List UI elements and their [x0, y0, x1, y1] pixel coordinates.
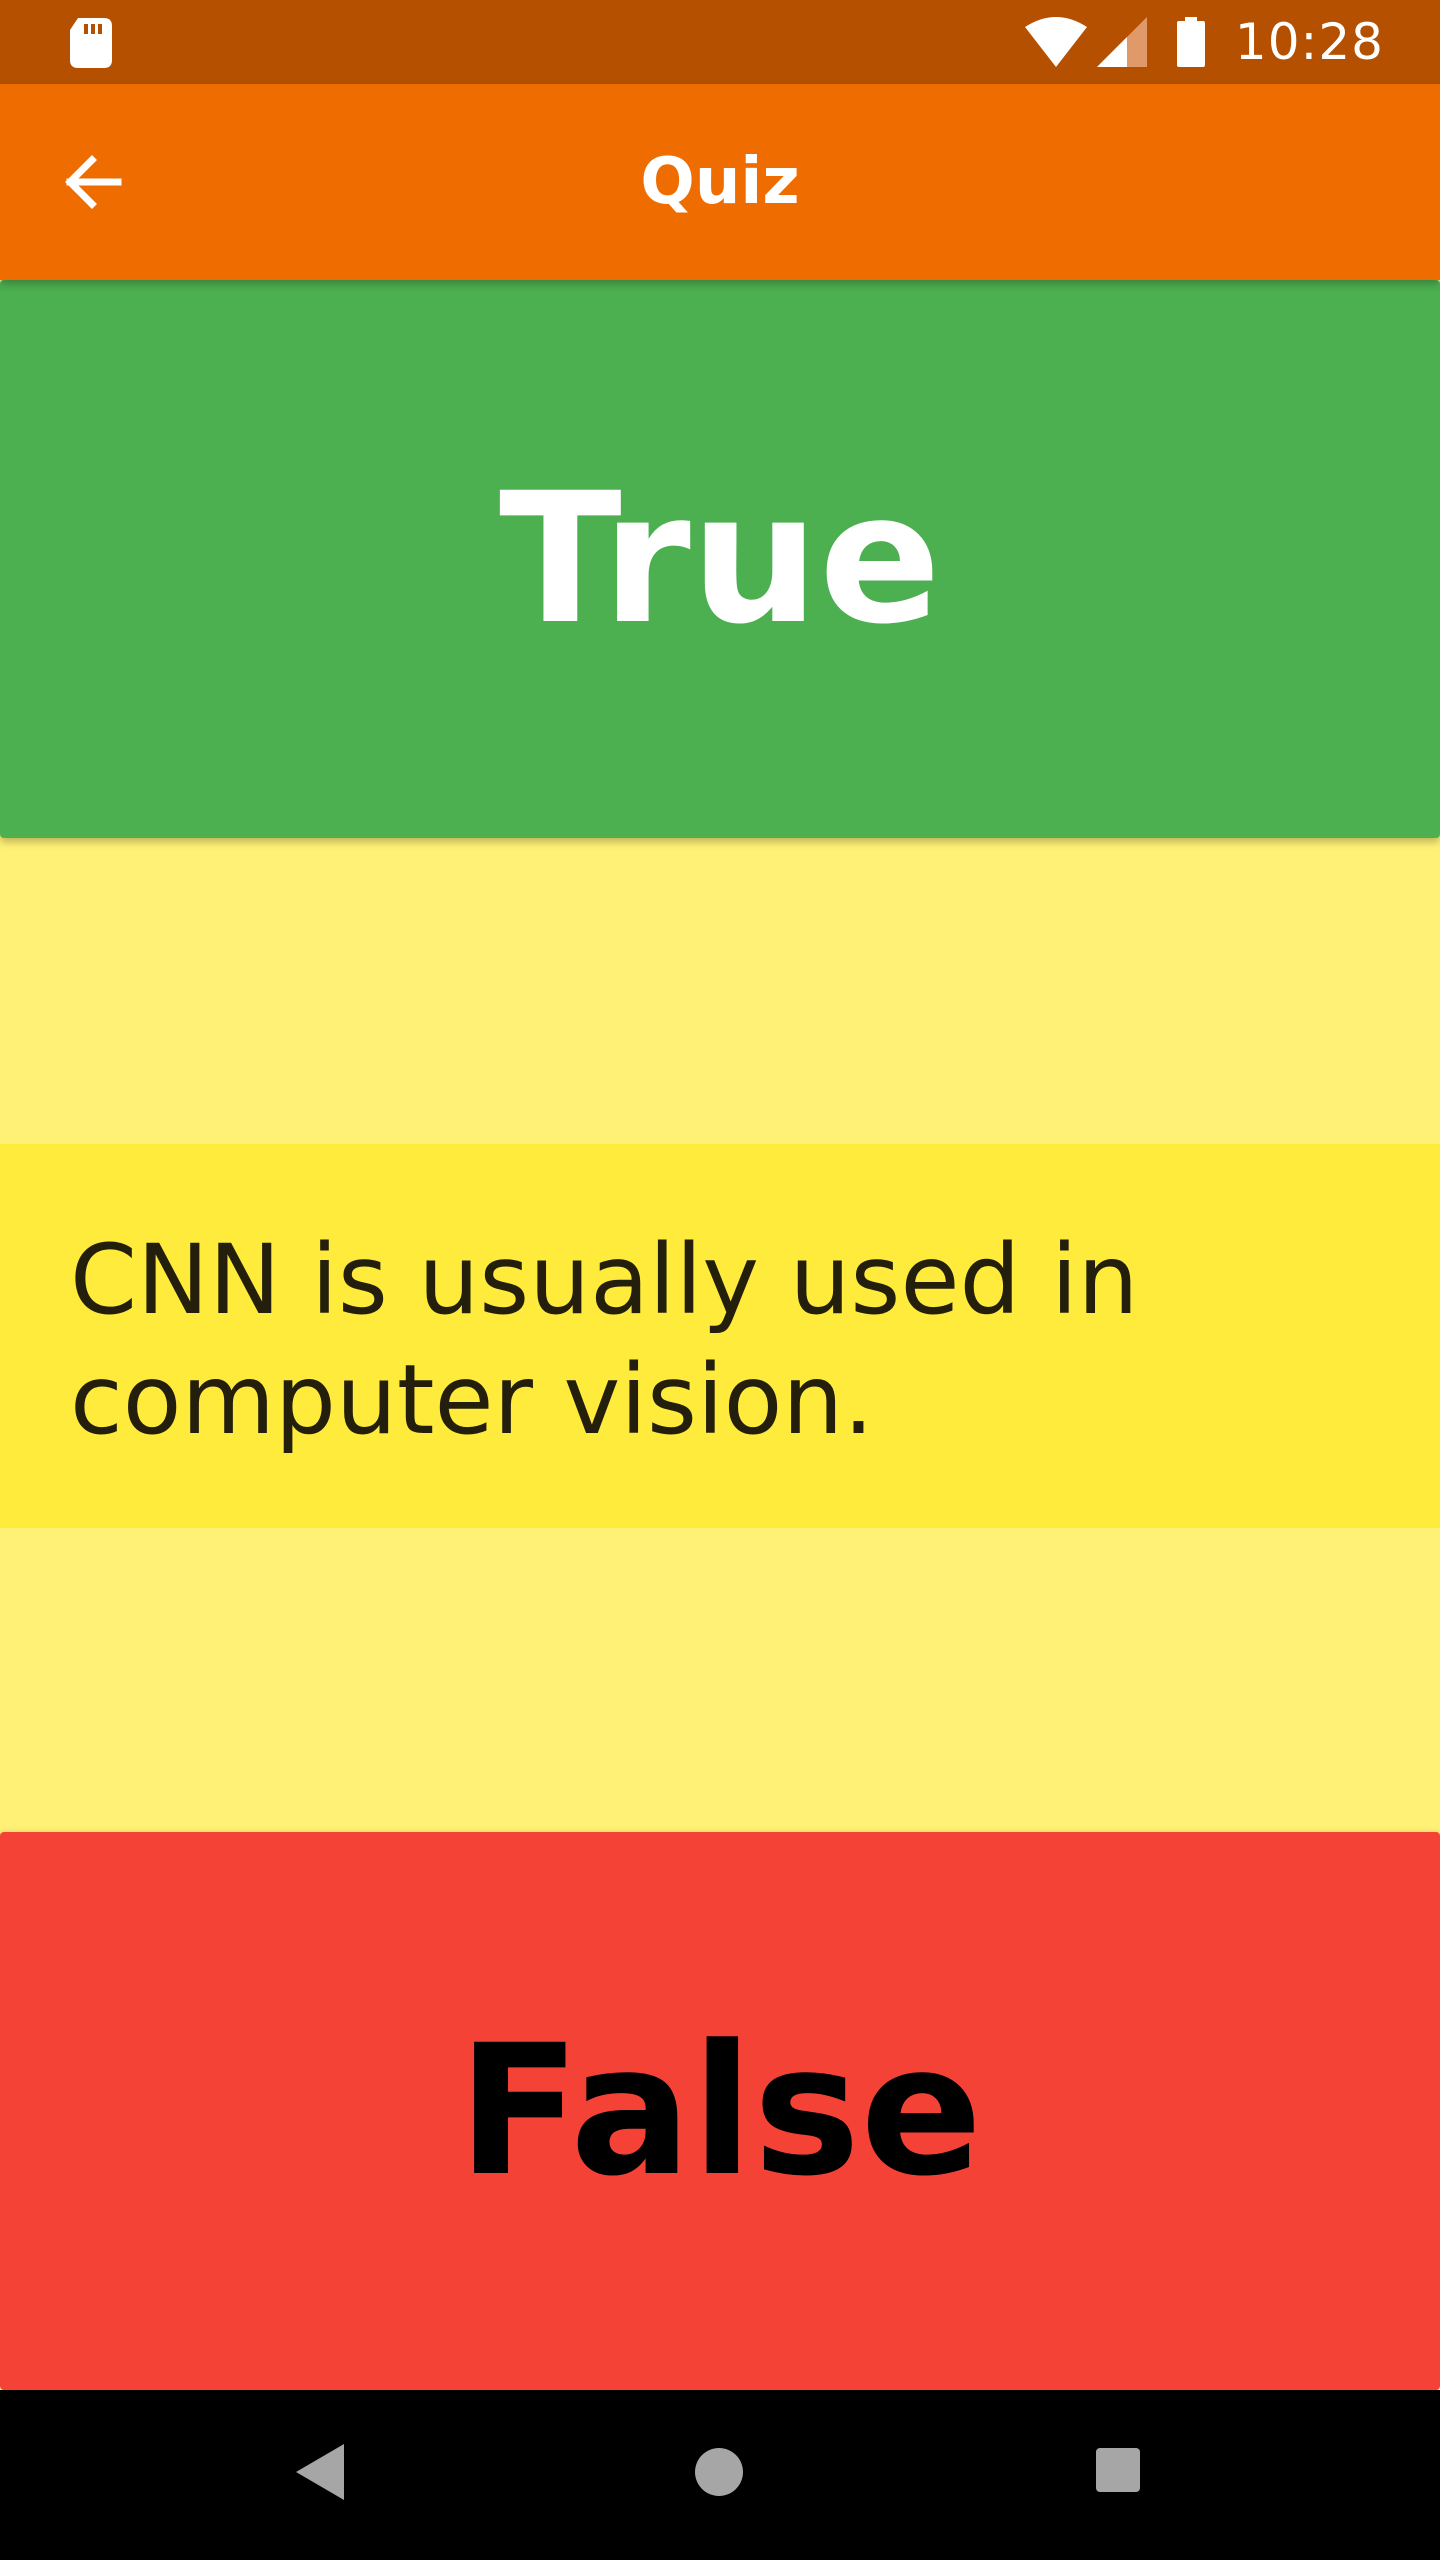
app-bar: Quiz [0, 84, 1440, 280]
sd-card-icon [70, 18, 112, 68]
question-panel: CNN is usually used in computer vision. [0, 1144, 1440, 1528]
wifi-icon [1024, 17, 1087, 67]
quiz-screen: 10:28 Quiz True CNN is usually used in c… [0, 0, 1440, 2560]
false-button[interactable]: False [0, 1832, 1440, 2390]
signal-icon [1096, 17, 1147, 67]
clock: 10:28 [1234, 13, 1384, 71]
battery-icon [1176, 17, 1205, 67]
nav-home-icon[interactable] [695, 2448, 743, 2496]
status-icons: 10:28 [1024, 0, 1384, 84]
nav-back-icon[interactable] [296, 2444, 344, 2500]
status-bar: 10:28 [0, 0, 1440, 84]
false-button-label: False [457, 2006, 983, 2216]
navigation-bar [0, 2390, 1440, 2560]
page-title: Quiz [640, 145, 800, 219]
true-button[interactable]: True [0, 280, 1440, 838]
true-button-label: True [498, 454, 941, 664]
question-text: CNN is usually used in computer vision. [70, 1224, 1139, 1456]
nav-recents-icon[interactable] [1096, 2448, 1140, 2492]
